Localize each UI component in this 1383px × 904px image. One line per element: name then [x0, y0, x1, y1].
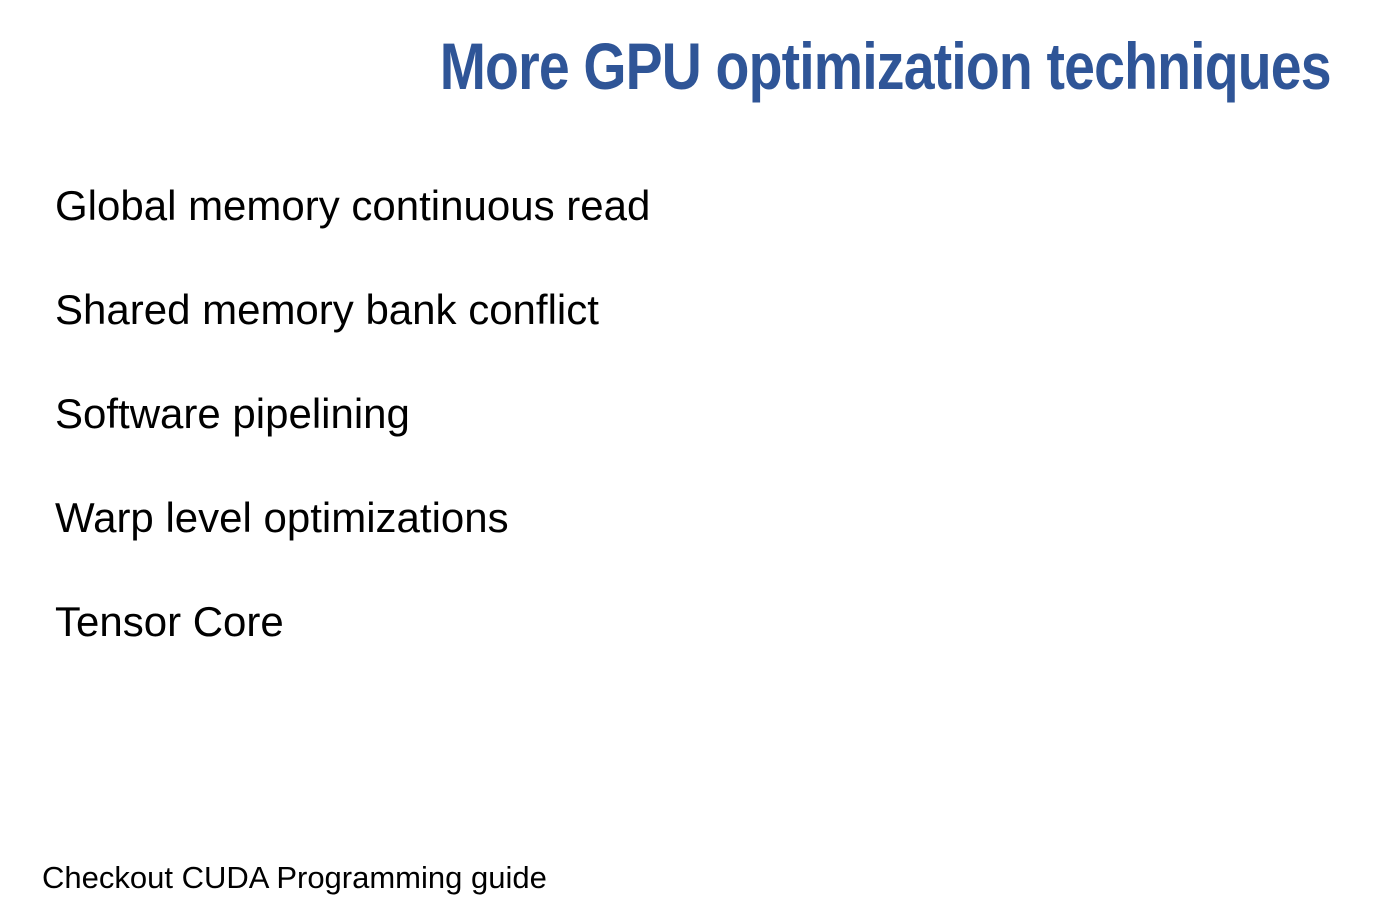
bullet-item-warp-level: Warp level optimizations [55, 494, 509, 541]
slide-title: More GPU optimization techniques [439, 29, 1332, 103]
bullet-item-tensor-core: Tensor Core [55, 598, 284, 645]
slide: More GPU optimization techniques Global … [0, 0, 1383, 904]
bullet-item-software-pipelining: Software pipelining [55, 390, 410, 437]
bullet-item-shared-memory: Shared memory bank conflict [55, 286, 599, 333]
bullet-list: Global memory continuous read Shared mem… [55, 176, 650, 696]
footnote: Checkout CUDA Programming guide [42, 860, 547, 895]
bullet-item-global-memory: Global memory continuous read [55, 182, 651, 229]
